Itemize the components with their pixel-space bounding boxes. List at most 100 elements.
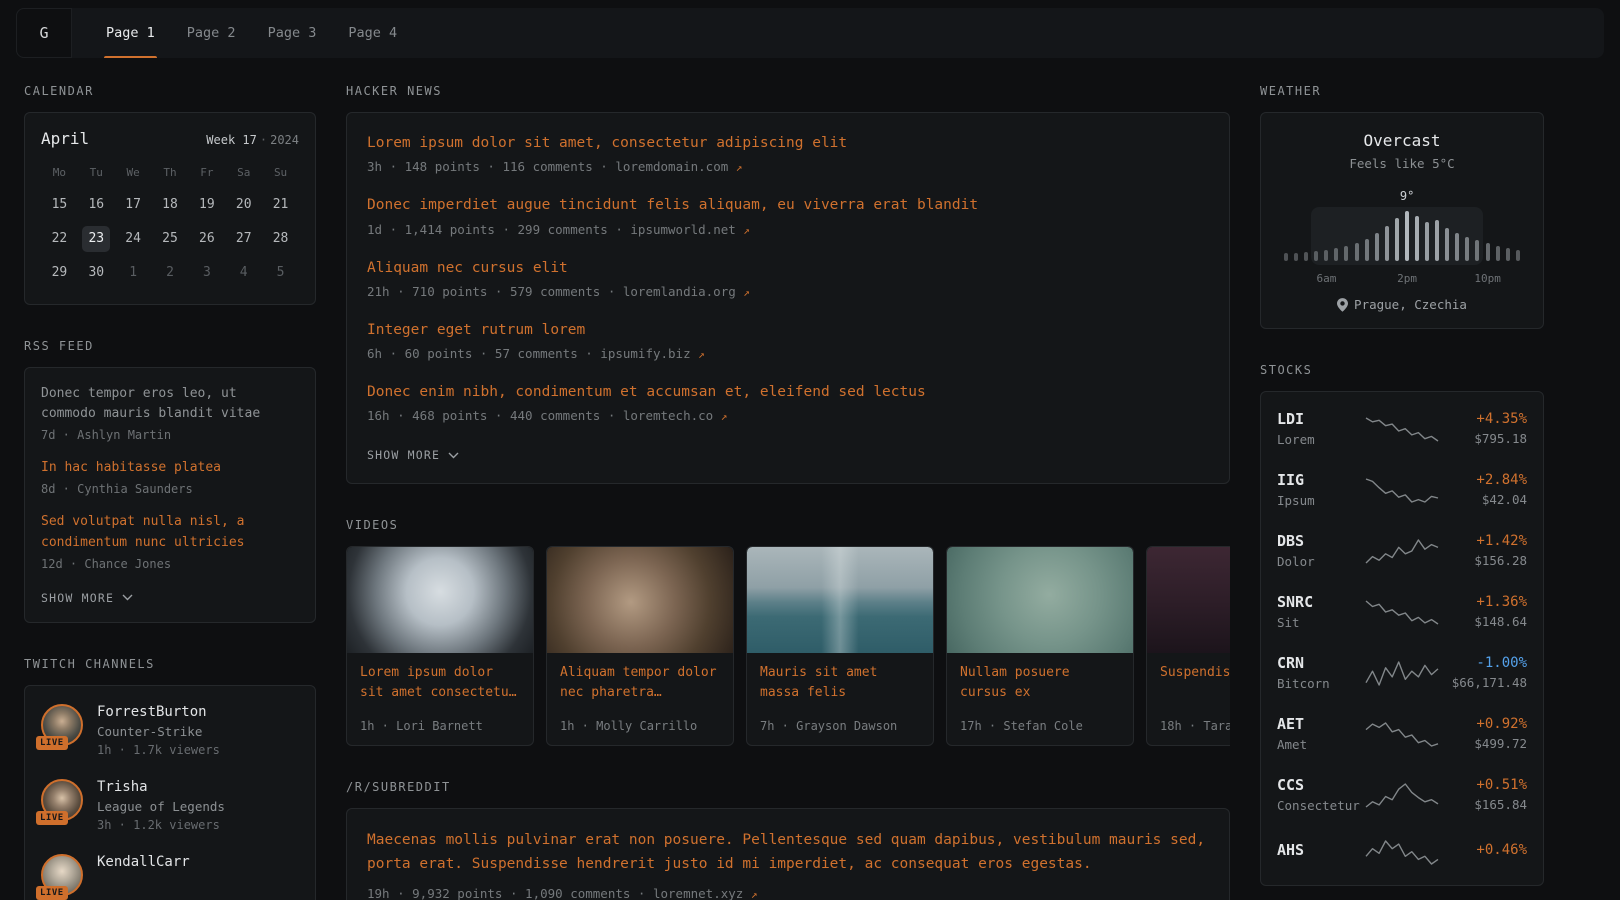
stocks-widget: STOCKS LDI Lorem +4.35% $795.18 IIG — [1260, 363, 1544, 886]
right-column: WEATHER Overcast Feels like 5°C 9° 6am 2… — [1260, 84, 1544, 900]
tab-page-1[interactable]: Page 1 — [90, 8, 171, 58]
external-link-icon: ↗ — [721, 410, 728, 423]
stock-symbol: DBS — [1277, 532, 1364, 550]
show-more-label: SHOW MORE — [367, 448, 440, 462]
stock-price: $42.04 — [1440, 492, 1527, 507]
subreddit-meta-text: 19h · 9,932 points · 1,090 comments · — [367, 886, 653, 900]
calendar-day: 20 — [225, 192, 262, 218]
hn-story-meta: 16h · 468 points · 440 comments · loremt… — [367, 408, 1209, 423]
video-meta: 18h · Tara — [1147, 719, 1230, 745]
weather-location: Prague, Czechia — [1279, 297, 1525, 312]
subreddit-post-link[interactable]: Maecenas mollis pulvinar erat non posuer… — [367, 829, 1209, 877]
video-card[interactable]: Nullam posuere cursus ex 17h · Stefan Co… — [946, 546, 1134, 746]
hn-show-more-button[interactable]: SHOW MORE — [367, 448, 459, 462]
video-meta: 1h · Molly Carrillo — [547, 719, 733, 745]
chevron-down-icon — [448, 452, 459, 459]
hn-domain-link[interactable]: loremdomain.com ↗ — [615, 159, 742, 174]
stock-sparkline — [1364, 414, 1440, 444]
video-card[interactable]: Lorem ipsum dolor sit amet consectetu… 1… — [346, 546, 534, 746]
rss-item-meta: 12d · Chance Jones — [41, 557, 299, 571]
stock-change: +1.42% — [1440, 533, 1527, 549]
rss-item-link[interactable]: Sed volutpat nulla nisl, a condimentum n… — [41, 512, 299, 552]
stock-row-snrc[interactable]: SNRC Sit +1.36% $148.64 — [1277, 581, 1527, 642]
hn-story-link[interactable]: Aliquam nec cursus elit — [367, 258, 1209, 278]
tab-page-3[interactable]: Page 3 — [252, 8, 333, 58]
rss-item-link[interactable]: Donec tempor eros leo, ut commodo mauris… — [41, 384, 299, 424]
stock-row-ahs[interactable]: AHS +0.46% — [1277, 825, 1527, 879]
subreddit-domain-link[interactable]: loremnet.xyz ↗ — [653, 886, 757, 900]
stock-price: $156.28 — [1440, 553, 1527, 568]
hn-story-link[interactable]: Lorem ipsum dolor sit amet, consectetur … — [367, 133, 1209, 153]
subreddit-domain: loremnet.xyz — [653, 886, 743, 900]
stock-sparkline — [1364, 780, 1440, 810]
hn-story-link[interactable]: Donec enim nibh, condimentum et accumsan… — [367, 382, 1209, 402]
hn-domain-link[interactable]: loremtech.co ↗ — [623, 408, 727, 423]
rss-item-meta: 7d · Ashlyn Martin — [41, 428, 299, 442]
stock-symbol: AHS — [1277, 841, 1364, 859]
videos-widget: VIDEOS Lorem ipsum dolor sit amet consec… — [346, 518, 1230, 746]
stock-row-ccs[interactable]: CCS Consectetur +0.51% $165.84 — [1277, 764, 1527, 825]
day-header: We — [115, 162, 152, 184]
rss-item: Donec tempor eros leo, ut commodo mauris… — [41, 384, 299, 442]
stock-quote: +2.84% $42.04 — [1440, 472, 1527, 507]
left-column: CALENDAR April Week 17·2024 Mo Tu We Th … — [24, 84, 316, 900]
calendar-week-row: 15 16 17 18 19 20 21 — [41, 192, 299, 218]
stock-row-dbs[interactable]: DBS Dolor +1.42% $156.28 — [1277, 520, 1527, 581]
channel-meta: 3h · 1.2k viewers — [97, 818, 225, 832]
twitch-channel-row[interactable]: LIVE Trisha League of Legends 3h · 1.2k … — [41, 779, 299, 832]
calendar-card: April Week 17·2024 Mo Tu We Th Fr Sa Su … — [24, 112, 316, 305]
calendar-day: 29 — [41, 260, 78, 286]
stock-sparkline — [1364, 837, 1440, 867]
weather-peak-temp: 9° — [1400, 189, 1414, 203]
calendar-day: 22 — [41, 226, 78, 252]
stock-change: +0.46% — [1440, 842, 1527, 858]
rss-show-more-button[interactable]: SHOW MORE — [41, 591, 133, 605]
calendar-widget: CALENDAR April Week 17·2024 Mo Tu We Th … — [24, 84, 316, 305]
middle-column: HACKER NEWS Lorem ipsum dolor sit amet, … — [346, 84, 1230, 900]
calendar-week-year: Week 17·2024 — [206, 133, 299, 147]
section-label-subreddit: /R/SUBREDDIT — [346, 780, 1230, 794]
video-card[interactable]: Mauris sit amet massa felis 7h · Grayson… — [746, 546, 934, 746]
hn-domain-link[interactable]: ipsumworld.net ↗ — [630, 222, 750, 237]
calendar-day: 27 — [225, 226, 262, 252]
video-card[interactable]: Suspendisse diam 18h · Tara — [1146, 546, 1230, 746]
hn-meta-text: 16h · 468 points · 440 comments · — [367, 408, 623, 423]
calendar-week-row: 22 23 24 25 26 27 28 — [41, 226, 299, 252]
external-link-icon: ↗ — [743, 224, 750, 237]
stock-change: +1.36% — [1440, 594, 1527, 610]
video-thumbnail — [1147, 547, 1230, 653]
day-header: Th — [152, 162, 189, 184]
tab-page-4[interactable]: Page 4 — [332, 8, 413, 58]
stock-symbol: SNRC — [1277, 593, 1364, 611]
hn-story-meta: 3h · 148 points · 116 comments · loremdo… — [367, 159, 1209, 174]
stock-row-ldi[interactable]: LDI Lorem +4.35% $795.18 — [1277, 398, 1527, 459]
hn-story-link[interactable]: Integer eget rutrum lorem — [367, 320, 1209, 340]
section-label-videos: VIDEOS — [346, 518, 1230, 532]
app-logo[interactable]: G — [16, 8, 72, 58]
stock-name: Amet — [1277, 737, 1364, 752]
stock-price: $66,171.48 — [1440, 675, 1527, 690]
hn-story-link[interactable]: Donec imperdiet augue tincidunt felis al… — [367, 195, 1209, 215]
hn-domain-link[interactable]: loremlandia.org ↗ — [623, 284, 750, 299]
stock-symbol: LDI — [1277, 410, 1364, 428]
tab-page-2[interactable]: Page 2 — [171, 8, 252, 58]
twitch-channel-row[interactable]: LIVE ForrestBurton Counter-Strike 1h · 1… — [41, 704, 299, 757]
section-label-twitch: TWITCH CHANNELS — [24, 657, 316, 671]
twitch-channel-row[interactable]: LIVE KendallCarr — [41, 854, 299, 896]
stock-quote: -1.00% $66,171.48 — [1440, 655, 1527, 690]
video-card[interactable]: Aliquam tempor dolor nec pharetra… 1h · … — [546, 546, 734, 746]
stock-row-iig[interactable]: IIG Ipsum +2.84% $42.04 — [1277, 459, 1527, 520]
rss-item-link[interactable]: In hac habitasse platea — [41, 458, 299, 478]
stock-quote: +0.46% — [1440, 842, 1527, 862]
stock-id: AHS — [1277, 841, 1364, 863]
calendar-month: April — [41, 129, 89, 148]
calendar-year: 2024 — [270, 133, 299, 147]
stock-row-crn[interactable]: CRN Bitcorn -1.00% $66,171.48 — [1277, 642, 1527, 703]
hn-domain-link[interactable]: ipsumify.biz ↗ — [600, 346, 704, 361]
stock-id: IIG Ipsum — [1277, 471, 1364, 508]
rss-item: Sed volutpat nulla nisl, a condimentum n… — [41, 512, 299, 570]
stock-row-aet[interactable]: AET Amet +0.92% $499.72 — [1277, 703, 1527, 764]
rss-item: In hac habitasse platea 8d · Cynthia Sau… — [41, 458, 299, 496]
weather-location-text: Prague, Czechia — [1354, 297, 1467, 312]
rss-card: Donec tempor eros leo, ut commodo mauris… — [24, 367, 316, 623]
